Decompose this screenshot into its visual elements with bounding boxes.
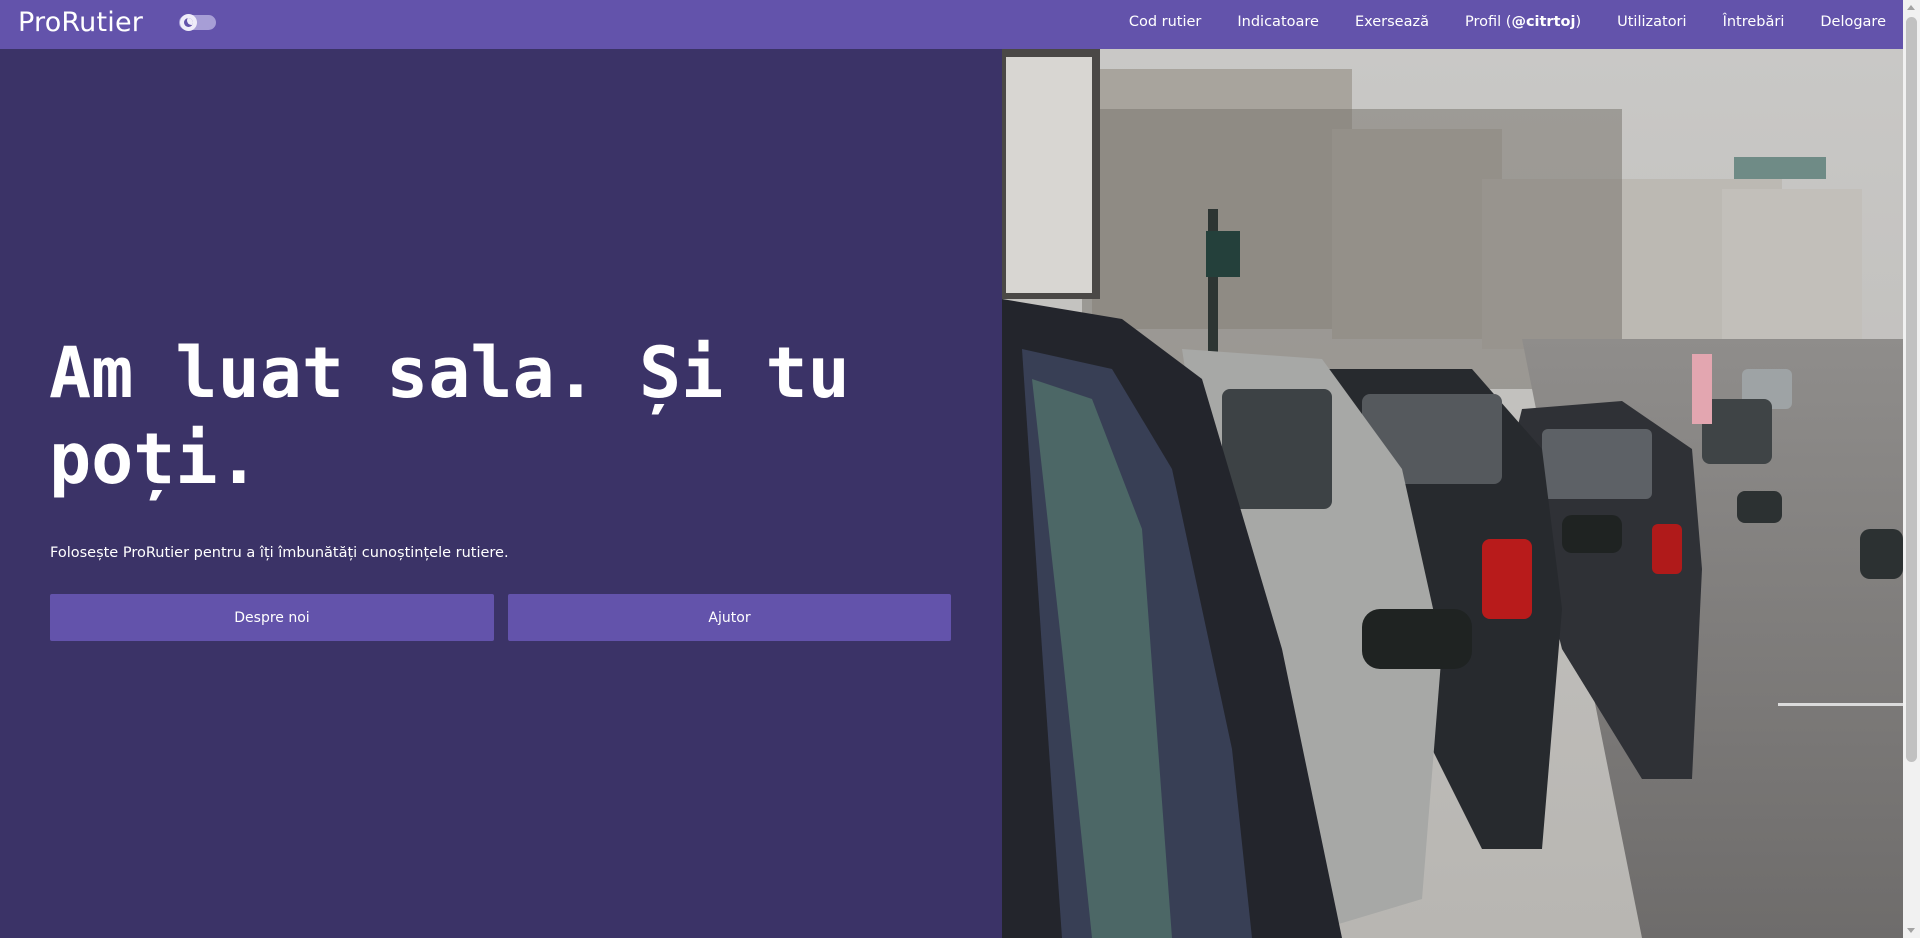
nav-link-utilizatori[interactable]: Utilizatori <box>1617 14 1686 30</box>
brand-logo[interactable]: ProRutier <box>18 7 143 38</box>
profil-label: Profil ( <box>1465 14 1512 30</box>
traffic-photo-illustration <box>1002 49 1903 938</box>
nav-link-intrebari[interactable]: Întrebări <box>1723 14 1785 30</box>
hero-section: Am luat sala. Și tu poți. Folosește ProR… <box>0 49 1002 938</box>
moon-icon <box>184 18 193 27</box>
nav-links: Cod rutier Indicatoare Exersează Profil … <box>1093 0 1886 44</box>
scroll-up-arrow-icon[interactable] <box>1907 5 1915 10</box>
scrollbar-thumb[interactable] <box>1906 17 1917 762</box>
profil-handle: @citrtoj <box>1511 14 1576 30</box>
nav-link-exerseaza[interactable]: Exersează <box>1355 14 1429 30</box>
nav-link-indicatoare[interactable]: Indicatoare <box>1237 14 1319 30</box>
traffic-photo <box>1002 49 1903 938</box>
hero-subtitle: Folosește ProRutier pentru a îți îmbunăt… <box>50 545 509 561</box>
nav-link-profil[interactable]: Profil (@citrtoj) <box>1465 14 1581 30</box>
top-navbar: ProRutier Cod rutier Indicatoare Exersea… <box>0 0 1903 49</box>
profil-label-suffix: ) <box>1575 14 1582 30</box>
nav-link-cod-rutier[interactable]: Cod rutier <box>1129 14 1202 30</box>
theme-toggle[interactable] <box>179 14 216 31</box>
hero-headline: Am luat sala. Și tu poți. <box>49 332 850 500</box>
scroll-down-arrow-icon[interactable] <box>1907 928 1915 933</box>
vertical-scrollbar[interactable] <box>1903 0 1920 938</box>
nav-link-delogare[interactable]: Delogare <box>1820 14 1886 30</box>
help-button[interactable]: Ajutor <box>508 594 951 641</box>
about-button[interactable]: Despre noi <box>50 594 494 641</box>
theme-toggle-knob <box>180 14 197 31</box>
